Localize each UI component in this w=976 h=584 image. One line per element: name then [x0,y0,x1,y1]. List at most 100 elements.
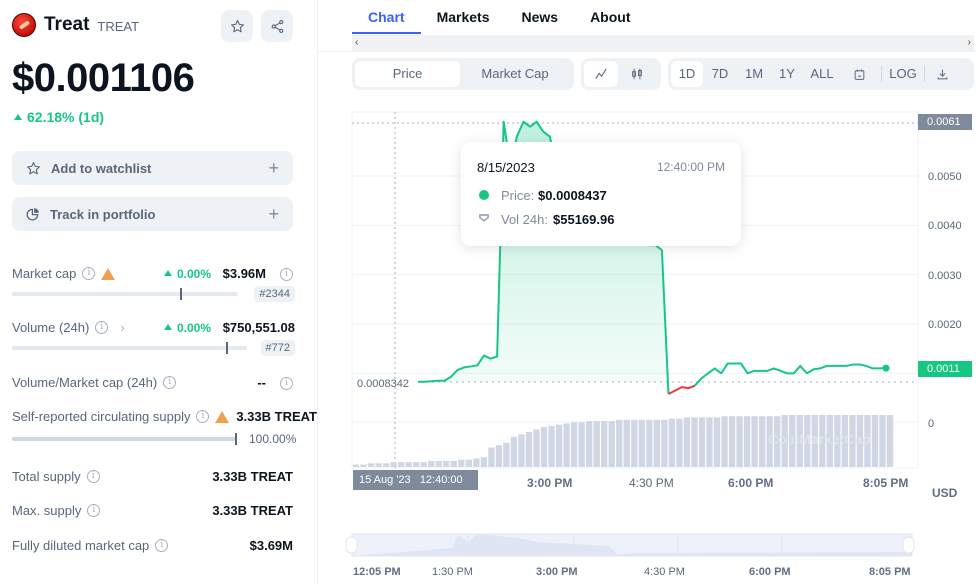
volume-bar [728,416,736,467]
navigator-x-tick: 6:00 PM [749,566,791,578]
rank-marker [226,342,228,354]
tab-news[interactable]: News [505,0,574,34]
volume-bar [871,415,879,467]
volume-bar [631,419,638,467]
divider [318,51,976,52]
market-cap-value: $3.96M [222,266,266,281]
section-tabs: Chart Markets News About [352,0,647,34]
coin-header: Treat TREAT [12,13,139,37]
volume-bar [706,417,713,467]
star-icon [27,161,40,174]
y-high-badge: 0.0061 [918,114,972,130]
stat-max-supply: Max. supply i 3.33B TREAT [12,503,295,521]
volume-bar [593,421,600,467]
scroll-right-icon[interactable]: › [968,35,971,51]
x-tick: 4:30 PM [629,476,674,490]
range-1d[interactable]: 1D [671,61,703,87]
volume-bar [525,431,533,467]
price-option[interactable]: Price [355,61,460,87]
info-icon[interactable]: i [196,410,210,423]
volume-bar [480,457,488,467]
volume-bar [428,460,435,467]
vol-mcap-value: -- [257,375,266,390]
navigator-x-tick: 1:30 PM [432,566,473,578]
volume-bar [683,417,691,467]
volume-zero-tick: 0 [928,418,935,430]
volume-bar [736,416,743,467]
info-icon[interactable]: i [280,268,293,281]
volume-bar [623,419,630,467]
y-tick: 0.0050 [928,171,962,183]
volume-bar [540,427,548,467]
tab-scrollbar[interactable]: ‹ › [352,35,974,51]
info-icon[interactable]: i [163,376,177,389]
share-icon [271,19,283,33]
tooltip-time: 12:40:00 PM [656,160,725,174]
share-button[interactable] [261,10,293,42]
volume-bar [751,416,758,467]
date-picker-button[interactable] [841,61,877,87]
track-in-portfolio-button[interactable]: Track in portfolio + [12,197,293,231]
circ-supply-fill [12,437,236,441]
download-button[interactable] [929,61,955,87]
circ-supply-bar [12,433,237,445]
coin-symbol: TREAT [97,19,140,34]
range-1y[interactable]: 1Y [771,61,803,87]
y-tick: 0.0040 [928,220,962,232]
star-button[interactable] [221,10,253,42]
price-line-down [668,384,696,395]
chevron-right-icon[interactable]: › [120,320,124,335]
add-to-watchlist-button[interactable]: Add to watchlist + [12,151,293,185]
volume-label: Volume (24h) [12,320,90,335]
candlestick-button[interactable] [618,61,656,87]
volume-bar [518,434,525,467]
calendar-icon [854,69,864,80]
volume-bar [698,417,706,467]
info-icon[interactable]: i [155,539,169,552]
volume-bar [413,462,420,467]
total-supply-label: Total supply [12,469,81,484]
tooltip-vol-label: Vol 24h: [501,212,548,227]
volume-rank-bar [12,342,247,354]
info-icon[interactable]: i [87,504,101,517]
navigator-left-handle[interactable] [345,536,358,554]
fdv-label: Fully diluted market cap [12,538,150,553]
rank-marker [180,288,182,300]
info-icon[interactable]: i [280,377,293,390]
tooltip-price-label: Price: [501,188,535,203]
log-scale-button[interactable]: LOG [886,61,920,87]
circ-supply-label: Self-reported circulating supply [12,409,191,424]
stat-circulating-supply: Self-reported circulating supply i 3.33B … [12,409,317,446]
coin-price: $0.001106 [12,56,195,100]
volume-bar [495,445,503,467]
warning-icon[interactable] [215,410,230,423]
range-all[interactable]: ALL [803,61,841,87]
volume-bar [713,417,721,467]
tab-markets[interactable]: Markets [421,0,506,34]
tab-chart[interactable]: Chart [352,0,421,34]
navigator-right-handle[interactable] [902,536,915,554]
tab-about[interactable]: About [574,0,646,34]
y-tick: 0.0030 [928,270,962,282]
volume-bar [616,419,623,467]
range-7d[interactable]: 7D [703,61,737,87]
volume-bar [367,463,375,467]
price-change: 62.18% (1d) [14,109,104,125]
volume-bar [653,419,661,467]
info-icon[interactable]: i [86,470,100,483]
market-cap-rank-bar [12,288,238,300]
fdv-value: $3.69M [249,538,293,553]
download-icon [937,69,947,79]
info-icon[interactable]: i [95,321,109,334]
navigator-x-tick: 8:05 PM [869,566,911,578]
current-price-dot [882,364,890,372]
line-chart-button[interactable] [584,61,618,87]
navigator-x-tick: 4:30 PM [644,566,685,578]
volume-bar [397,462,405,467]
market-cap-option[interactable]: Market Cap [460,61,570,87]
info-icon[interactable]: i [82,267,96,280]
coin-logo [12,13,36,37]
range-1m[interactable]: 1M [737,61,771,87]
warning-icon[interactable] [101,267,116,280]
scroll-left-icon[interactable]: ‹ [355,35,358,51]
